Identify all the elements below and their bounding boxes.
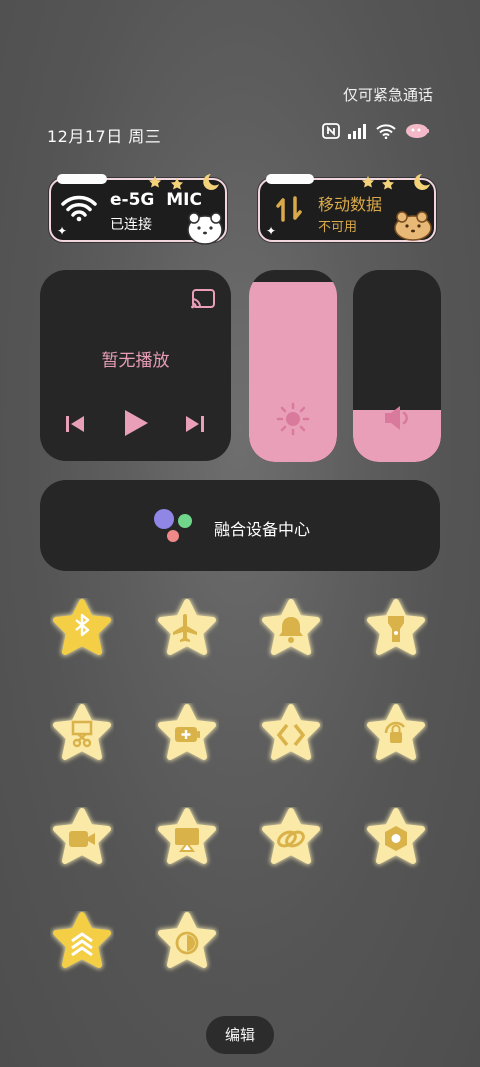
toggle-screen-record[interactable]	[50, 807, 114, 871]
volume-slider[interactable]	[353, 270, 441, 462]
date-label: 12月17日 周三	[47, 127, 162, 146]
snow-decoration	[57, 174, 107, 184]
edit-button[interactable]: 编辑	[206, 1016, 274, 1054]
toggle-screen-cast[interactable]	[155, 807, 219, 871]
device-hub-tile[interactable]: 融合设备中心	[40, 480, 440, 571]
now-playing-label: 暂无播放	[101, 351, 170, 371]
toggle-nfc[interactable]	[259, 703, 323, 767]
mobile-data-icon	[274, 194, 304, 228]
toggle-rotation-lock[interactable]	[364, 703, 428, 767]
star-moon-decoration	[360, 172, 434, 196]
snow-decoration	[266, 174, 314, 184]
mobile-data-status: 不可用	[318, 220, 358, 235]
toggle-battery-saver[interactable]	[155, 703, 219, 767]
toggle-flashlight[interactable]	[364, 598, 428, 662]
toggle-airplane[interactable]	[155, 598, 219, 662]
toggle-screenshot[interactable]	[50, 703, 114, 767]
battery-icon	[404, 123, 430, 139]
emergency-calls-only-label: 仅可紧急通话	[342, 86, 433, 104]
status-icons	[322, 123, 430, 139]
toggle-link[interactable]	[259, 807, 323, 871]
next-track-button[interactable]	[184, 413, 206, 439]
sparkle-icon: ✦	[57, 224, 68, 238]
wifi-icon	[61, 194, 97, 226]
toggle-dark-mode[interactable]	[155, 911, 219, 975]
previous-track-button[interactable]	[64, 413, 86, 439]
sparkle-icon: ✦	[266, 224, 277, 238]
signal-icon	[348, 123, 368, 139]
device-hub-label: 融合设备中心	[214, 520, 311, 539]
wifi-status-label: 已连接	[110, 217, 152, 233]
brightness-icon	[276, 402, 310, 440]
cast-icon[interactable]	[190, 288, 216, 314]
brightness-slider[interactable]	[249, 270, 337, 462]
speaker-icon	[382, 404, 412, 436]
battery-saver-icon	[175, 727, 200, 742]
media-player-tile[interactable]: 暂无播放	[40, 270, 231, 461]
bear-sticker	[185, 208, 225, 250]
toggle-bluetooth[interactable]	[50, 598, 114, 662]
mobile-data-tile[interactable]: 移动数据 不可用 ✦	[258, 174, 436, 242]
toggle-bell[interactable]	[259, 598, 323, 662]
device-hub-icon	[152, 508, 196, 548]
star-moon-decoration	[147, 172, 223, 196]
wifi-tile[interactable]: e-5G MIC 已连接 ✦	[49, 174, 227, 245]
toggle-performance-mode[interactable]	[50, 911, 114, 975]
toggle-eye-comfort[interactable]	[364, 807, 428, 871]
wifi-status-icon	[376, 123, 396, 139]
play-button[interactable]	[122, 408, 150, 442]
nfc-status-icon	[322, 123, 340, 139]
bear-sticker	[392, 206, 434, 246]
